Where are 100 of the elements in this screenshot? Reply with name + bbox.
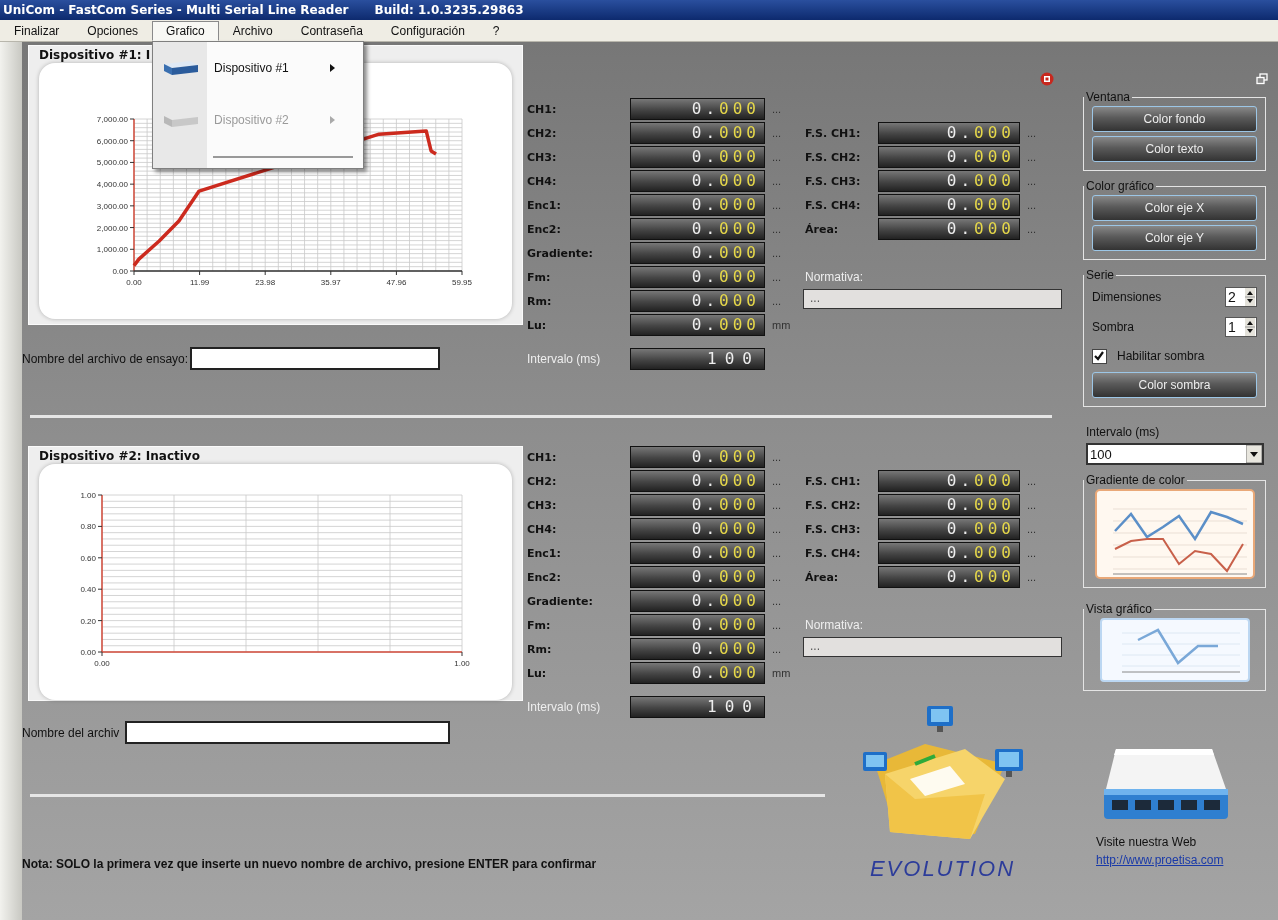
- file-name-field[interactable]: [190, 347, 441, 370]
- unit-label: ...: [772, 199, 782, 211]
- reading-label: Área:: [805, 222, 840, 236]
- unit-label: ...: [772, 499, 782, 511]
- unit-label: ...: [772, 571, 782, 583]
- menu-item[interactable]: Archivo: [218, 20, 287, 41]
- spinner-label: Sombra: [1092, 320, 1135, 334]
- restore-icon[interactable]: [1256, 73, 1268, 85]
- menu-item[interactable]: Contraseña: [286, 20, 377, 41]
- reading-label: CH4:: [527, 174, 558, 188]
- reading-display: 0.000: [878, 122, 1020, 144]
- unit-label: ...: [772, 619, 782, 631]
- window-title: UniCom - FastCom Series - Multi Serial Line Reader: [3, 3, 349, 17]
- menu-item[interactable]: Grafico: [152, 20, 219, 41]
- axis-tick-label: 4,000.00: [96, 180, 128, 190]
- reading-label: CH3:: [527, 150, 558, 164]
- color-button[interactable]: Color fondo: [1092, 106, 1257, 132]
- spin-arrows-icon: [1244, 288, 1256, 306]
- interval-display: 100: [630, 696, 765, 718]
- reading-label: Rm:: [527, 294, 553, 308]
- interval-dropdown[interactable]: 100: [1086, 443, 1264, 465]
- reading-display: 0.000: [630, 638, 765, 660]
- reading-display: 0.000: [630, 314, 765, 336]
- color-button[interactable]: Color eje X: [1092, 195, 1257, 221]
- caret-icon: [330, 63, 336, 72]
- unit-label: ...: [772, 271, 782, 283]
- reading-display: 0.000: [878, 518, 1020, 540]
- unit-label: ...: [772, 295, 782, 307]
- axis-tick-label: 11.99: [189, 278, 210, 287]
- reading-display: 0.000: [878, 566, 1020, 588]
- axis-tick-label: 1,000.00: [96, 245, 128, 255]
- chart-thumbnail-drawing[interactable]: [1094, 489, 1255, 579]
- axis-tick-label: 0.40: [80, 585, 96, 595]
- reading-display: 0.000: [878, 170, 1020, 192]
- spinner-field[interactable]: 2: [1225, 287, 1257, 307]
- file-name-label: Nombre del archiv: [22, 725, 120, 740]
- reading-label: F.S. CH1:: [805, 126, 862, 140]
- group-title: Dispositivo #1: I: [39, 48, 152, 63]
- group-legend: Ventana: [1084, 90, 1133, 104]
- reading-label: Enc1:: [527, 546, 562, 560]
- color-button[interactable]: Color eje Y: [1092, 225, 1257, 251]
- file-name-label: Nombre del archivo de ensayo:: [22, 351, 189, 366]
- axis-tick-label: 3,000.00: [96, 201, 128, 211]
- axis-tick-label: 2,000.00: [96, 223, 128, 233]
- reading-label: F.S. CH2:: [805, 498, 862, 512]
- menu-item[interactable]: Finalizar: [0, 20, 74, 41]
- interval-label: Intervalo (ms): [1086, 425, 1161, 439]
- color-button[interactable]: Color texto: [1092, 136, 1257, 162]
- group-legend: Gradiente de color: [1084, 473, 1187, 487]
- axis-tick-label: 0.60: [80, 553, 96, 563]
- reading-display: 0.000: [630, 218, 765, 240]
- reading-label: F.S. CH4:: [805, 546, 862, 560]
- spinner-field[interactable]: 1: [1225, 317, 1257, 337]
- reading-label: Enc2:: [527, 570, 562, 584]
- interval-display: 100: [630, 348, 765, 370]
- unit-label: ...: [772, 475, 782, 487]
- group-legend: Color gráfico: [1084, 179, 1157, 193]
- unit-label: ...: [772, 151, 782, 163]
- unit-label: ...: [1027, 475, 1037, 487]
- checkbox-label: Habilitar sombra: [1117, 349, 1205, 363]
- unit-label: ...: [772, 103, 782, 115]
- web-link[interactable]: http://www.proetisa.com: [1096, 853, 1272, 867]
- normativa-field[interactable]: ...: [803, 289, 1062, 309]
- axis-tick-label: 0.00: [80, 648, 96, 657]
- unit-label: ...: [1027, 223, 1037, 235]
- dropdown-arrow-icon[interactable]: [1246, 445, 1262, 463]
- color-button[interactable]: Color sombra: [1092, 372, 1257, 398]
- reading-display: 0.000: [878, 218, 1020, 240]
- unit-label: ...: [1027, 151, 1037, 163]
- chart-thumbnail-drawing[interactable]: [1099, 618, 1250, 682]
- logo-text: EVOLUTION: [869, 856, 1016, 882]
- reading-label: F.S. CH3:: [805, 174, 862, 188]
- reading-display: 0.000: [630, 518, 765, 540]
- reading-label: F.S. CH1:: [805, 474, 862, 488]
- reading-label: CH4:: [527, 522, 558, 536]
- menu-item[interactable]: ?: [478, 20, 514, 41]
- unit-label: ...: [772, 595, 782, 607]
- dropdown-item[interactable]: Dispositivo #1: [153, 41, 364, 94]
- reading-display: 0.000: [630, 446, 765, 468]
- unit-label: ...: [772, 643, 782, 655]
- menu-item[interactable]: Configuración: [376, 20, 479, 41]
- reading-display: 0.000: [630, 146, 765, 168]
- axis-tick-label: 1.00: [80, 491, 96, 500]
- reading-display: 0.000: [630, 590, 765, 612]
- unit-label: ...: [772, 175, 782, 187]
- unit-label: ...: [1027, 571, 1037, 583]
- build-label: Build: 1.0.3235.29863: [374, 3, 524, 17]
- unit-label: ...: [772, 223, 782, 235]
- menu-item[interactable]: Opciones: [73, 20, 153, 41]
- file-name-field[interactable]: [125, 721, 451, 744]
- reading-display: 0.000: [630, 290, 765, 312]
- reading-label: Lu:: [527, 666, 548, 680]
- spin-arrows-icon: [1244, 318, 1256, 336]
- normativa-field[interactable]: ...: [803, 637, 1062, 657]
- reading-display: 0.000: [878, 542, 1020, 564]
- reading-label: Gradiente:: [527, 246, 594, 260]
- reading-display: 0.000: [878, 494, 1020, 516]
- checkbox[interactable]: [1092, 348, 1107, 364]
- reading-label: Enc1:: [527, 198, 562, 212]
- reading-label: Rm:: [527, 642, 553, 656]
